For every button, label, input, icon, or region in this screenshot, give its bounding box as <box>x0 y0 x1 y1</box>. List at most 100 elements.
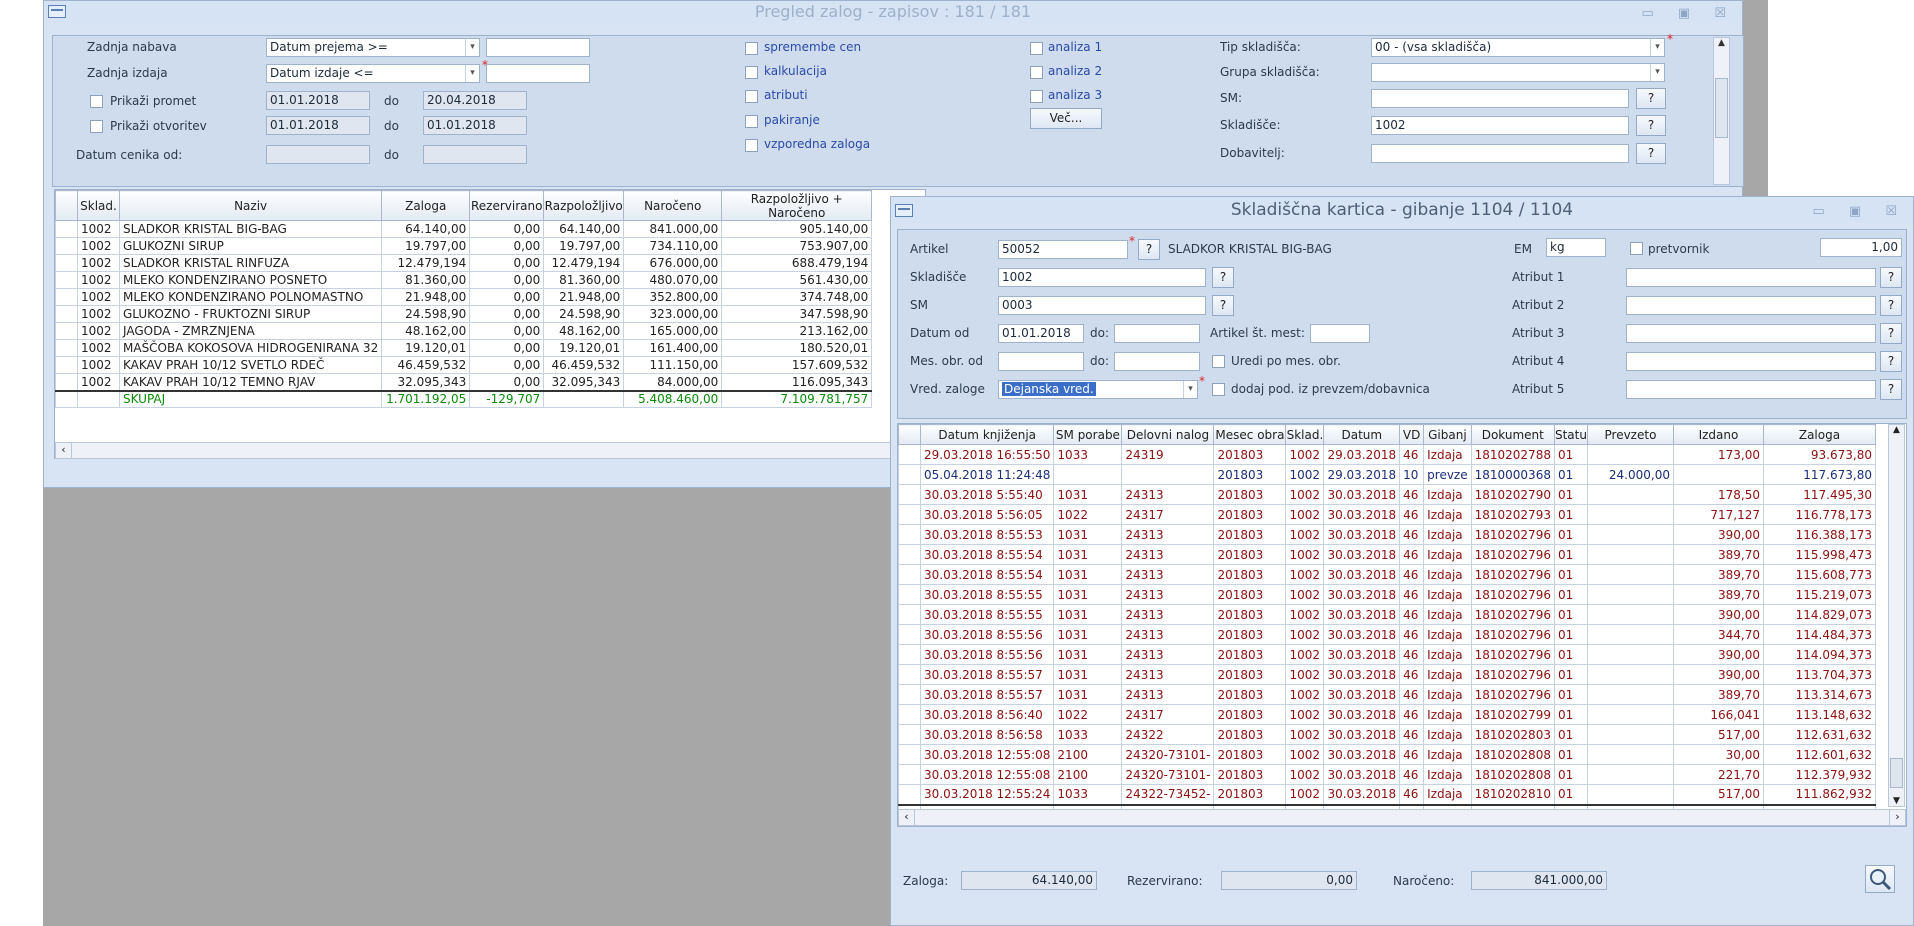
pretvornik-input[interactable]: 1,00 <box>1820 238 1902 257</box>
column-header[interactable]: Sklad. <box>1285 424 1325 445</box>
table-row[interactable]: 30.03.2018 8:55:54 1031 24313 201803 1002 30.… <box>898 544 1876 565</box>
filter-vertical-scrollbar[interactable]: ▲ <box>1713 37 1730 185</box>
column-header[interactable]: Mesec obra <box>1213 424 1287 445</box>
search-icon[interactable] <box>1865 865 1895 893</box>
row-indicator[interactable] <box>55 237 78 255</box>
promet-do-input[interactable]: 20.04.2018 <box>423 91 527 110</box>
skladisce-input[interactable]: 1002 <box>1371 116 1629 135</box>
row-indicator[interactable] <box>55 288 78 306</box>
mes-obr-od-input[interactable] <box>998 352 1084 371</box>
tip-skladisca-select[interactable]: 00 - (vsa skladišča) ▾ <box>1371 38 1665 57</box>
table-row[interactable]: 30.03.2018 12:55:08 2100 24320-73101- 20180… <box>898 764 1876 785</box>
column-header[interactable]: Datum knjiženja <box>919 424 1055 445</box>
row-indicator[interactable] <box>55 305 78 323</box>
row-indicator[interactable] <box>898 484 921 505</box>
atributi-checkbox[interactable] <box>745 90 758 103</box>
datum-prejema-input[interactable] <box>486 38 590 57</box>
artikel-lookup-button[interactable]: ? <box>1138 239 1160 260</box>
table-row[interactable]: 1002 SLADKOR KRISTAL RINFUZA 12.479,194 0,0… <box>55 254 873 272</box>
row-indicator[interactable] <box>898 664 921 685</box>
analiza3-checkbox[interactable] <box>1030 90 1043 103</box>
table-row[interactable]: 1002 KAKAV PRAH 10/12 TEMNO RJAV 32.095,34… <box>55 373 873 391</box>
row-indicator[interactable] <box>55 254 78 272</box>
row-indicator[interactable] <box>55 322 78 340</box>
chevron-down-icon[interactable]: ▾ <box>465 65 479 82</box>
table-row[interactable]: 05.04.2018 11:24:48 201803 1002 29.03.2018 1… <box>898 464 1876 485</box>
atribut1-lookup-button[interactable]: ? <box>1880 267 1902 288</box>
table-row[interactable]: 30.03.2018 5:56:05 1022 24317 201803 1002 30.… <box>898 504 1876 525</box>
row-indicator[interactable] <box>898 604 921 625</box>
scroll-right-icon[interactable]: › <box>1889 810 1905 825</box>
table-row[interactable]: 30.03.2018 8:56:58 1033 24322 201803 1002 30.… <box>898 724 1876 745</box>
table-row[interactable]: 1002 MLEKO KONDENZIRANO POSNETO 81.360,00 0… <box>55 271 873 289</box>
sm-input[interactable] <box>1371 89 1629 108</box>
artikel-input[interactable]: 50052 <box>998 240 1128 259</box>
artikel-st-mest-input[interactable] <box>1310 324 1370 343</box>
vred-zaloge-select[interactable]: Dejanska vred. ▾ <box>998 380 1198 399</box>
table-row[interactable]: 30.03.2018 12:55:08 2100 24320-73101- 20180… <box>898 744 1876 765</box>
scroll-up-icon[interactable]: ▲ <box>1889 425 1904 435</box>
row-indicator[interactable] <box>898 464 921 485</box>
row-indicator[interactable] <box>55 339 78 357</box>
table-row[interactable]: 1002 KAKAV PRAH 10/12 SVETLO RDEČ 46.459,5… <box>55 356 873 374</box>
scrollbar-thumb[interactable] <box>1890 758 1903 788</box>
datum-od-input[interactable]: 01.01.2018 <box>998 324 1084 343</box>
table-row[interactable]: 1002 SLADKOR KRISTAL BIG-BAG 64.140,00 0,00… <box>55 220 873 238</box>
row-indicator[interactable] <box>898 684 921 705</box>
chevron-down-icon[interactable]: ▾ <box>1183 381 1197 398</box>
column-header[interactable]: VD <box>1399 424 1425 445</box>
dobavitelj-lookup-button[interactable]: ? <box>1636 143 1666 164</box>
pakiranje-checkbox[interactable] <box>745 115 758 128</box>
dobavitelj-input[interactable] <box>1371 144 1629 163</box>
analiza1-checkbox[interactable] <box>1030 42 1043 55</box>
row-indicator[interactable] <box>898 544 921 565</box>
atribut3-lookup-button[interactable]: ? <box>1880 323 1902 344</box>
row-indicator[interactable] <box>898 704 921 725</box>
column-header[interactable]: SM porabe <box>1053 424 1123 445</box>
column-header[interactable]: Naročeno <box>623 190 723 221</box>
otvoritev-do-input[interactable]: 01.01.2018 <box>423 116 527 135</box>
prikazi-otvoritev-checkbox[interactable] <box>90 120 103 133</box>
row-indicator[interactable] <box>898 784 921 805</box>
gibanje-horizontal-scrollbar[interactable]: ‹ › <box>898 809 1906 826</box>
table-row[interactable]: 29.03.2018 16:55:50 1033 24319 201803 1002 29… <box>898 444 1876 465</box>
row-indicator[interactable] <box>55 373 78 391</box>
pretvornik-checkbox[interactable] <box>1630 242 1643 255</box>
table-row[interactable]: 1002 MAŠČOBA KOKOSOVA HIDROGENIRANA 32 19.… <box>55 339 873 357</box>
column-header[interactable]: Razpoložljivo <box>543 190 625 221</box>
table-row[interactable]: 1002 MLEKO KONDENZIRANO POLNOMASTNO 21.948… <box>55 288 873 306</box>
column-header[interactable]: Gibanj <box>1423 424 1472 445</box>
atribut2-lookup-button[interactable]: ? <box>1880 295 1902 316</box>
column-header[interactable]: Izdano <box>1672 424 1764 445</box>
table-row[interactable]: 30.03.2018 8:55:57 1031 24313 201803 1002 30.… <box>898 664 1876 685</box>
promet-od-input[interactable]: 01.01.2018 <box>266 91 370 110</box>
table-row[interactable]: 30.03.2018 8:55:55 1031 24313 201803 1002 30.… <box>898 584 1876 605</box>
column-header[interactable]: Sklad. <box>77 190 120 221</box>
dodaj-pod-checkbox[interactable] <box>1212 383 1225 396</box>
uredi-po-checkbox[interactable] <box>1212 355 1225 368</box>
row-indicator[interactable] <box>55 271 78 289</box>
table-row[interactable]: 30.03.2018 12:55:24 1033 24322-73452- 20180… <box>898 784 1876 805</box>
table-row[interactable]: 30.03.2018 8:55:56 1031 24313 201803 1002 30.… <box>898 624 1876 645</box>
table-row[interactable]: 30.03.2018 8:55:57 1031 24313 201803 1002 30.… <box>898 684 1876 705</box>
scroll-left-icon[interactable]: ‹ <box>56 443 72 458</box>
skladisce-input[interactable]: 1002 <box>998 268 1206 287</box>
kalkulacija-checkbox[interactable] <box>745 66 758 79</box>
em-input[interactable]: kg <box>1546 238 1606 257</box>
grupa-skladisca-select[interactable]: ▾ <box>1371 63 1665 82</box>
row-indicator[interactable] <box>55 356 78 374</box>
atribut5-input[interactable] <box>1626 380 1876 399</box>
otvoritev-od-input[interactable]: 01.01.2018 <box>266 116 370 135</box>
row-indicator[interactable] <box>898 564 921 585</box>
row-indicator[interactable] <box>898 644 921 665</box>
scroll-left-icon[interactable]: ‹ <box>899 810 915 825</box>
row-indicator[interactable] <box>898 624 921 645</box>
sm-lookup-button[interactable]: ? <box>1212 295 1234 316</box>
column-header[interactable]: Rezervirano <box>469 190 545 221</box>
column-header[interactable]: Razpoložljivo + Naročeno <box>721 190 873 221</box>
row-indicator[interactable] <box>898 444 921 465</box>
datum-do-input[interactable] <box>1114 324 1200 343</box>
prikazi-promet-checkbox[interactable] <box>90 95 103 108</box>
table-row[interactable]: 30.03.2018 8:56:40 1022 24317 201803 1002 30.… <box>898 704 1876 725</box>
sm-lookup-button[interactable]: ? <box>1636 88 1666 109</box>
